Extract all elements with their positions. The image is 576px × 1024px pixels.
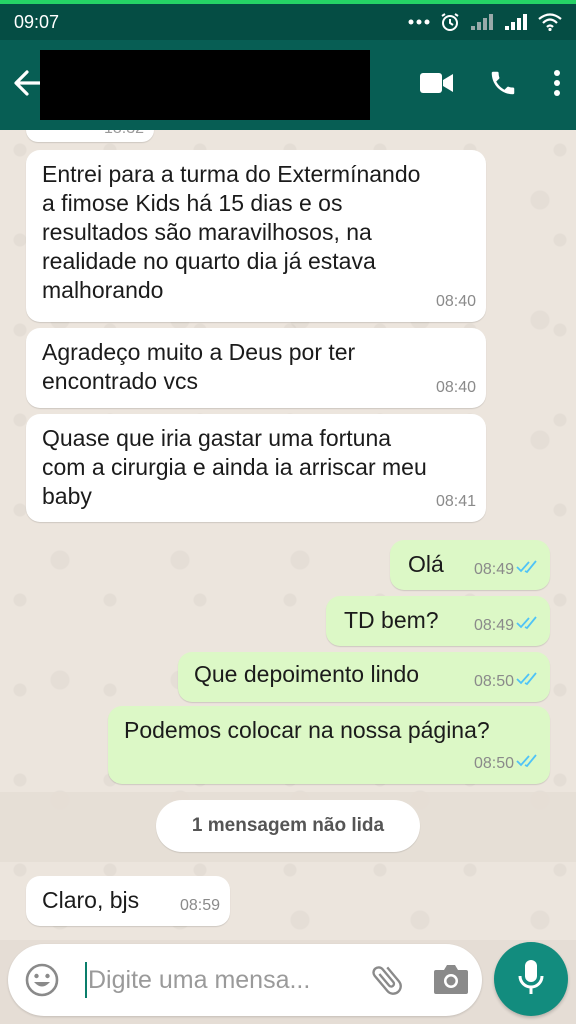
phone-icon	[488, 68, 518, 103]
message-time: 08:40	[435, 379, 476, 396]
video-call-icon	[420, 72, 454, 99]
message-bubble-outgoing[interactable]: Que depoimento lindo 08:50	[178, 652, 550, 702]
signal-icon	[504, 13, 528, 31]
voice-message-button[interactable]	[494, 942, 568, 1016]
message-text: Quase que iria gastar uma fortuna com a …	[42, 425, 427, 509]
signal-icon	[470, 13, 494, 31]
message-time: 08:50	[473, 673, 514, 690]
message-time: 08:59	[179, 897, 220, 914]
header-actions	[420, 40, 562, 130]
message-bubble-incoming[interactable]: Entrei para a turma do Extermínando a fi…	[26, 150, 486, 322]
message-bubble-outgoing[interactable]: TD bem? 08:49	[326, 596, 550, 646]
message-time: 08:49	[473, 561, 514, 578]
video-call-button[interactable]	[420, 72, 454, 99]
camera-icon	[432, 965, 470, 1000]
unread-messages-label: 1 mensagem não lida	[156, 800, 420, 852]
message-bubble-outgoing[interactable]: Olá 08:49	[390, 540, 550, 590]
arrow-left-icon	[13, 69, 43, 101]
message-time: 08:40	[435, 293, 476, 310]
message-composer	[8, 944, 482, 1016]
chat-header	[0, 40, 576, 130]
message-bubble-incoming[interactable]: Agradeço muito a Deus por ter encontrado…	[26, 328, 486, 408]
alarm-icon	[440, 12, 460, 32]
voice-call-button[interactable]	[488, 68, 518, 103]
read-ticks-icon	[516, 749, 540, 778]
more-options-button[interactable]	[552, 69, 562, 102]
message-text: Entrei para a turma do Extermínando a fi…	[42, 161, 421, 303]
message-time: 08:41	[435, 493, 476, 510]
more-vert-icon	[552, 69, 562, 102]
message-text: Agradeço muito a Deus por ter encontrado…	[42, 339, 356, 394]
read-ticks-icon	[516, 667, 540, 696]
more-dots-icon	[408, 18, 430, 26]
wifi-icon	[538, 13, 562, 31]
status-time: 09:07	[14, 11, 60, 32]
emoji-icon	[24, 963, 60, 1002]
text-cursor	[85, 962, 87, 998]
emoji-button[interactable]	[24, 962, 60, 998]
microphone-icon	[517, 958, 545, 1001]
partial-message-time: 18:32	[26, 130, 154, 142]
status-icons	[408, 12, 562, 32]
chat-area[interactable]: 18:32 Entrei para a turma do Extermínand…	[0, 130, 576, 940]
message-bubble-incoming[interactable]: Quase que iria gastar uma fortuna com a …	[26, 414, 486, 522]
attach-button[interactable]	[368, 961, 406, 999]
message-time: 08:49	[473, 617, 514, 634]
paperclip-icon	[368, 966, 406, 1003]
camera-button[interactable]	[432, 962, 470, 998]
message-input[interactable]	[88, 958, 348, 1002]
message-bubble-outgoing[interactable]: Podemos colocar na nossa página? 08:50	[108, 706, 550, 784]
message-time: 08:50	[473, 755, 514, 772]
read-ticks-icon	[516, 611, 540, 640]
status-bar: 09:07	[0, 4, 576, 40]
message-bubble-incoming[interactable]: Claro, bjs 08:59	[26, 876, 230, 926]
contact-name-redacted[interactable]	[40, 50, 370, 120]
read-ticks-icon	[516, 555, 540, 584]
message-text: Podemos colocar na nossa página?	[124, 717, 490, 743]
